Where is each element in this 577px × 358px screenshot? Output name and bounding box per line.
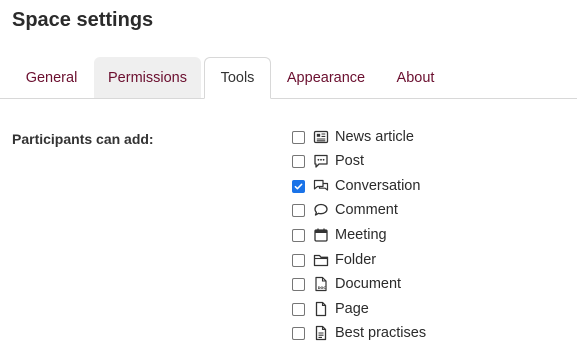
document-doc-icon: DOC bbox=[313, 276, 329, 292]
option-post[interactable]: Post bbox=[292, 151, 364, 171]
calendar-icon bbox=[313, 227, 329, 243]
option-comment[interactable]: Comment bbox=[292, 200, 398, 220]
comment-label: Comment bbox=[335, 202, 398, 218]
comment-bubble-icon bbox=[313, 202, 329, 218]
tab-permissions[interactable]: Permissions bbox=[94, 57, 201, 98]
best-practises-checkbox[interactable] bbox=[292, 326, 305, 340]
news-article-checkbox[interactable] bbox=[292, 130, 305, 144]
folder-icon bbox=[313, 252, 329, 268]
folder-label: Folder bbox=[335, 252, 377, 268]
news-article-label: News article bbox=[335, 129, 414, 145]
settings-tabs: General Permissions Tools Appearance Abo… bbox=[0, 57, 577, 99]
meeting-label: Meeting bbox=[335, 227, 387, 243]
tab-general[interactable]: General bbox=[12, 57, 91, 98]
post-label: Post bbox=[335, 153, 365, 169]
speech-bubble-dots-icon bbox=[313, 153, 329, 169]
page-label: Page bbox=[335, 301, 369, 317]
tab-tools[interactable]: Tools bbox=[204, 57, 271, 99]
tab-appearance[interactable]: Appearance bbox=[274, 57, 378, 98]
option-document[interactable]: DOC Document bbox=[292, 274, 401, 294]
best-practises-label: Best practises bbox=[335, 325, 427, 341]
page-checkbox[interactable] bbox=[292, 302, 305, 316]
conversation-checkbox[interactable] bbox=[292, 179, 305, 193]
option-folder[interactable]: Folder bbox=[292, 250, 376, 270]
conversation-label: Conversation bbox=[335, 178, 421, 194]
document-label: Document bbox=[335, 276, 402, 292]
page-icon bbox=[313, 301, 329, 317]
meeting-checkbox[interactable] bbox=[292, 228, 305, 242]
option-news-article[interactable]: News article bbox=[292, 127, 414, 147]
option-best-practises[interactable]: Best practises bbox=[292, 323, 426, 343]
post-checkbox[interactable] bbox=[292, 154, 305, 168]
option-meeting[interactable]: Meeting bbox=[292, 225, 387, 245]
option-conversation[interactable]: Conversation bbox=[292, 176, 420, 196]
tab-about[interactable]: About bbox=[381, 57, 450, 98]
document-text-icon bbox=[313, 325, 329, 341]
participants-can-add-label: Participants can add: bbox=[12, 131, 154, 147]
folder-checkbox[interactable] bbox=[292, 253, 305, 267]
comment-checkbox[interactable] bbox=[292, 203, 305, 217]
option-page[interactable]: Page bbox=[292, 299, 369, 319]
newspaper-icon bbox=[313, 129, 329, 145]
svg-text:DOC: DOC bbox=[318, 286, 327, 290]
document-checkbox[interactable] bbox=[292, 277, 305, 291]
page-title: Space settings bbox=[12, 9, 154, 31]
conversation-bubbles-icon bbox=[313, 178, 329, 194]
